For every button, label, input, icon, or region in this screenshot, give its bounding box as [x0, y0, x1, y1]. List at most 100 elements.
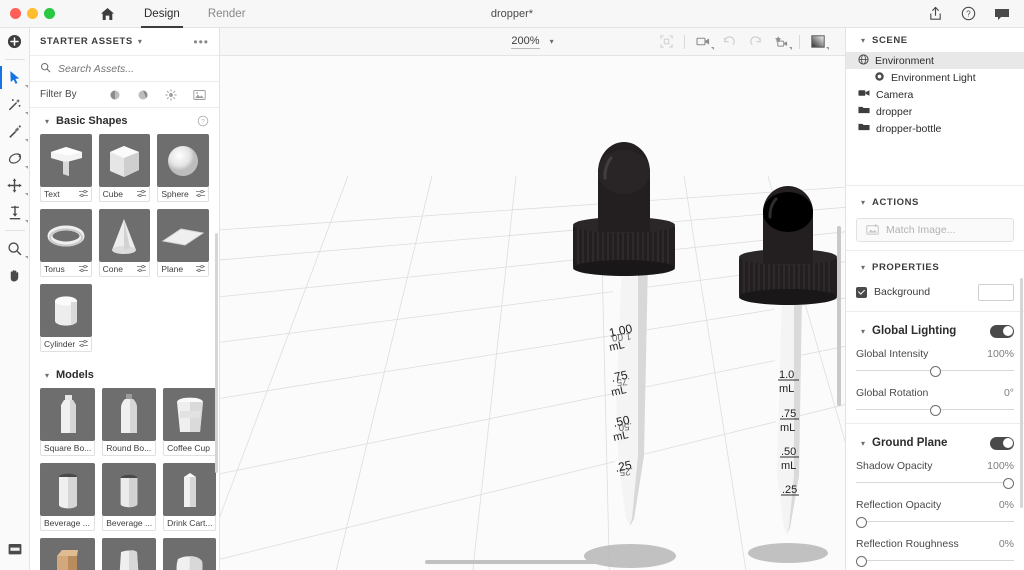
ground-plane-toggle[interactable] — [990, 436, 1014, 450]
asset-cell-coffee-cup[interactable]: Coffee Cup — [163, 388, 217, 456]
section-header-basic-shapes[interactable]: ▾ Basic Shapes ? — [30, 108, 219, 134]
gallery-button[interactable] — [0, 535, 30, 562]
properties-scrollbar[interactable] — [1020, 278, 1023, 508]
asset-cell-round-bottle[interactable]: Round Bo... — [102, 388, 157, 456]
global-lighting-toggle[interactable] — [990, 324, 1014, 338]
global-intensity-track[interactable] — [856, 364, 1014, 378]
scene-item-dropper-bottle[interactable]: dropper-bottle — [846, 120, 1024, 137]
global-rotation-track[interactable] — [856, 403, 1014, 417]
select-tool[interactable] — [0, 64, 30, 91]
scene-item-camera[interactable]: Camera — [846, 86, 1024, 103]
asset-cell-food-bag[interactable]: Food Bag — [163, 538, 217, 570]
asset-cell-beverage-can[interactable]: Beverage ... — [40, 463, 96, 531]
tab-render[interactable]: Render — [194, 0, 260, 28]
help-icon[interactable]: ? — [197, 115, 209, 127]
asset-cell-torus[interactable]: Torus — [40, 209, 92, 277]
pan-tool[interactable] — [0, 262, 30, 289]
asset-options-icon[interactable] — [78, 189, 88, 200]
move-tool[interactable] — [0, 172, 30, 199]
ground-plane-header[interactable]: ▾ Ground Plane — [846, 430, 1024, 456]
asset-cell-plane[interactable]: Plane — [157, 209, 209, 277]
shadow-opacity-track[interactable] — [856, 476, 1014, 490]
background-checkbox[interactable] — [856, 286, 867, 298]
scene-item-label: Camera — [876, 88, 914, 101]
material-picker-tool[interactable] — [0, 118, 30, 145]
asset-cell-sphere[interactable]: Sphere — [157, 134, 209, 202]
scene-item-label: dropper — [876, 105, 913, 118]
camera-add-button[interactable] — [690, 31, 716, 53]
match-image-button[interactable]: Match Image... — [856, 218, 1014, 242]
home-icon[interactable] — [90, 0, 124, 28]
global-rotation-slider-row: Global Rotation 0° — [846, 383, 1024, 417]
scene-item-environment[interactable]: Environment — [846, 52, 1024, 69]
asset-cell-text[interactable]: Text — [40, 134, 92, 202]
asset-options-icon[interactable] — [196, 189, 205, 200]
actions-section-header[interactable]: ▾ ACTIONS — [846, 190, 1024, 214]
asset-cell-cube[interactable]: Cube — [98, 134, 151, 202]
properties-section-header[interactable]: ▾ PROPERTIES — [846, 255, 1024, 279]
shadow-opacity-knob[interactable] — [1003, 478, 1014, 489]
asset-cell-square-bottle[interactable]: Square Bo... — [40, 388, 96, 456]
reflection-roughness-knob[interactable] — [856, 556, 867, 567]
reflection-opacity-knob[interactable] — [856, 517, 867, 528]
orbit-tool[interactable] — [0, 145, 30, 172]
filter-material-icon[interactable] — [137, 89, 149, 101]
asset-cell-cylinder[interactable]: Cylinder — [40, 284, 92, 352]
asset-options-icon[interactable] — [196, 264, 205, 275]
reflection-opacity-slider-row: Reflection Opacity 0% — [846, 495, 1024, 529]
global-lighting-header[interactable]: ▾ Global Lighting — [846, 318, 1024, 344]
asset-options-icon[interactable] — [137, 264, 147, 275]
scene-item-environment-light[interactable]: Environment Light — [846, 69, 1024, 86]
filter-light-icon[interactable] — [165, 88, 177, 101]
reflection-opacity-track[interactable] — [856, 515, 1014, 529]
help-icon[interactable]: ? — [960, 5, 977, 22]
global-rotation-knob[interactable] — [929, 405, 941, 416]
share-icon[interactable] — [927, 5, 944, 22]
tool-menu-indicator — [826, 46, 829, 50]
asset-cell-food-pouch[interactable]: Food Pouch — [102, 538, 157, 570]
background-color-swatch[interactable] — [978, 283, 1014, 301]
frame-selection-button[interactable] — [653, 31, 679, 53]
viewport-vertical-scrollbar[interactable] — [837, 226, 841, 406]
viewport-horizontal-scrollbar[interactable] — [425, 560, 625, 564]
asset-options-icon[interactable] — [137, 189, 147, 200]
close-window-button[interactable] — [10, 8, 21, 19]
camera-bookmark-button[interactable] — [768, 31, 794, 53]
asset-label: Drink Cart... — [167, 518, 213, 528]
zoom-tool[interactable] — [0, 235, 30, 262]
add-tool[interactable] — [0, 28, 30, 55]
undo-camera-button[interactable] — [716, 31, 742, 53]
tool-menu-indicator — [24, 193, 28, 196]
minimize-window-button[interactable] — [27, 8, 38, 19]
filter-model-icon[interactable] — [109, 89, 121, 101]
assets-panel-menu-button[interactable]: ••• — [193, 35, 209, 49]
search-input[interactable] — [58, 62, 198, 75]
reflection-roughness-track[interactable] — [856, 554, 1014, 568]
render-preview-button[interactable] — [805, 31, 831, 53]
comment-icon[interactable] — [993, 5, 1010, 22]
tab-design[interactable]: Design — [130, 0, 194, 28]
chevron-down-icon[interactable]: ▾ — [138, 37, 142, 46]
svg-text:?: ? — [201, 118, 205, 125]
drop-to-plane-tool[interactable] — [0, 199, 30, 226]
assets-scrollbar[interactable] — [215, 233, 218, 473]
asset-cell-coffee-bag[interactable]: Coffee Bag — [40, 538, 96, 570]
scene-section-header[interactable]: ▾ SCENE — [846, 28, 1024, 52]
tool-menu-indicator — [789, 46, 792, 50]
asset-cell-drink-carton[interactable]: Drink Cart... — [163, 463, 217, 531]
asset-cell-beverage-can-2[interactable]: Beverage ... — [102, 463, 157, 531]
global-intensity-knob[interactable] — [929, 366, 941, 377]
magic-wand-tool[interactable] — [0, 91, 30, 118]
zoom-level-value[interactable]: 200% — [511, 35, 540, 49]
asset-options-icon[interactable] — [78, 339, 88, 350]
scene-item-dropper[interactable]: dropper — [846, 103, 1024, 120]
filter-image-icon[interactable] — [193, 89, 206, 101]
section-header-models[interactable]: ▾ Models — [30, 362, 219, 388]
viewport-canvas[interactable]: 1.00 mL .75 mL .50 mL .25 1.00 .75 .50 .… — [220, 56, 845, 570]
maximize-window-button[interactable] — [44, 8, 55, 19]
zoom-chevron-down-icon[interactable]: ▾ — [550, 37, 554, 46]
redo-camera-button[interactable] — [742, 31, 768, 53]
asset-options-icon[interactable] — [78, 264, 88, 275]
svg-text:1.0: 1.0 — [779, 369, 794, 381]
asset-cell-cone[interactable]: Cone — [98, 209, 151, 277]
